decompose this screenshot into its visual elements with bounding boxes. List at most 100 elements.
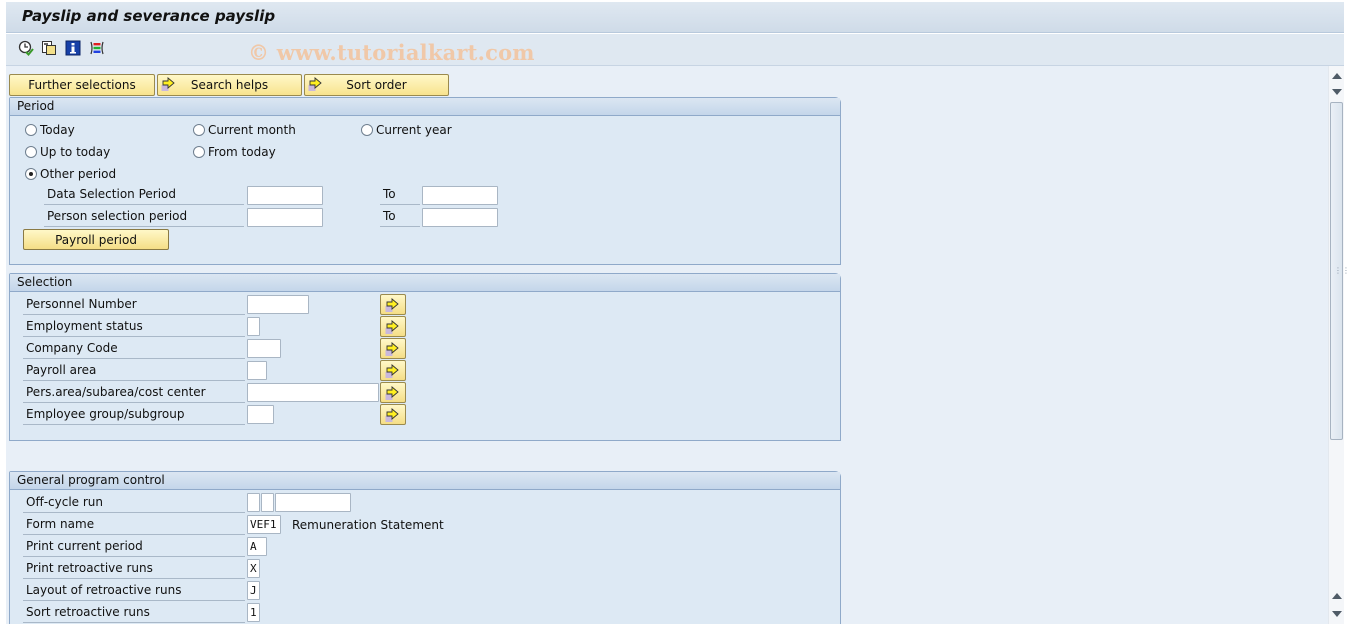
- print-current-period-label: Print current period: [23, 537, 245, 557]
- personnel-number-input[interactable]: [247, 295, 309, 314]
- application-toolbar: [6, 34, 1344, 66]
- scroll-up-button[interactable]: [1329, 68, 1345, 84]
- scroll-down-button[interactable]: [1329, 84, 1345, 100]
- radio-button[interactable]: [193, 146, 205, 158]
- arrow-right-icon: [385, 407, 399, 422]
- print-retro-runs-input[interactable]: X: [247, 559, 260, 578]
- period-group: Period Today Current month Current year …: [9, 97, 841, 265]
- multiple-selection-button[interactable]: [380, 382, 406, 403]
- general-program-control-group: General program control Off-cycle run Fo…: [9, 471, 841, 624]
- arrow-right-icon: [385, 297, 399, 312]
- payroll-period-button[interactable]: Payroll period: [23, 229, 169, 250]
- company-code-label: Company Code: [23, 339, 245, 359]
- payroll-area-input[interactable]: [247, 361, 267, 380]
- watermark: © www.tutorialkart.com: [248, 40, 535, 65]
- data-selection-to-input[interactable]: [422, 186, 498, 205]
- employment-status-input[interactable]: [247, 317, 260, 336]
- multiple-selection-button[interactable]: [380, 404, 406, 425]
- radio-button[interactable]: [25, 124, 37, 136]
- sort-order-label: Sort order: [346, 78, 407, 92]
- offcycle-run-label: Off-cycle run: [23, 493, 245, 513]
- layout-retro-runs-input[interactable]: J: [247, 581, 260, 600]
- scroll-up-button-bottom[interactable]: [1329, 588, 1345, 604]
- radio-today[interactable]: Today: [25, 120, 75, 140]
- period-group-header: Period: [10, 98, 840, 116]
- radio-today-label: Today: [40, 123, 75, 137]
- program-info-icon[interactable]: [64, 39, 82, 57]
- person-selection-to-label: To: [380, 207, 420, 227]
- form-name-input[interactable]: VEF1: [247, 515, 281, 534]
- multiple-selection-button[interactable]: [380, 316, 406, 337]
- data-selection-period-label: Data Selection Period: [44, 185, 244, 205]
- radio-up-to-today[interactable]: Up to today: [25, 142, 110, 162]
- scroll-thumb[interactable]: ⋮⋮: [1330, 102, 1350, 440]
- radio-button[interactable]: [193, 124, 205, 136]
- caret-down-icon: [1332, 89, 1342, 95]
- arrow-right-icon: [385, 363, 399, 378]
- personnel-number-label: Personnel Number: [23, 295, 245, 315]
- search-helps-button[interactable]: Search helps: [157, 74, 302, 96]
- get-variant-icon[interactable]: [40, 39, 58, 57]
- vertical-scrollbar[interactable]: ⋮⋮: [1328, 66, 1350, 624]
- page-title: Payslip and severance payslip: [22, 7, 276, 25]
- radio-button[interactable]: [361, 124, 373, 136]
- caret-up-icon: [1332, 593, 1342, 599]
- offcycle-input-3[interactable]: [275, 493, 351, 512]
- print-current-period-input[interactable]: A: [247, 537, 267, 556]
- pers-area-input[interactable]: [247, 383, 379, 402]
- grip-icon: ⋮⋮: [1334, 266, 1350, 275]
- data-selection-to-label: To: [380, 185, 420, 205]
- multiple-selection-button[interactable]: [380, 294, 406, 315]
- status-bar: [0, 624, 1358, 633]
- selection-group-header: Selection: [10, 274, 840, 292]
- further-selections-button[interactable]: Further selections: [9, 74, 155, 96]
- scroll-down-button-bottom[interactable]: [1329, 606, 1345, 622]
- execute-schedule-icon[interactable]: [17, 39, 35, 57]
- employee-group-input[interactable]: [247, 405, 274, 424]
- company-code-input[interactable]: [247, 339, 281, 358]
- person-selection-period-label: Person selection period: [44, 207, 244, 227]
- general-group-header: General program control: [10, 472, 840, 490]
- pers-area-label: Pers.area/subarea/cost center: [23, 383, 245, 403]
- sort-retro-runs-input[interactable]: 1: [247, 603, 260, 622]
- caret-up-icon: [1332, 73, 1342, 79]
- caret-down-icon: [1332, 611, 1342, 617]
- radio-current-year-label: Current year: [376, 123, 452, 137]
- further-selections-label: Further selections: [28, 78, 136, 92]
- arrow-right-icon: [161, 76, 177, 95]
- offcycle-input-1[interactable]: [247, 493, 260, 512]
- offcycle-input-2[interactable]: [261, 493, 274, 512]
- payroll-period-label: Payroll period: [55, 232, 137, 247]
- employment-status-label: Employment status: [23, 317, 245, 337]
- radio-other-period[interactable]: Other period: [25, 164, 116, 184]
- sort-order-button[interactable]: Sort order: [304, 74, 449, 96]
- radio-button-selected[interactable]: [25, 168, 37, 180]
- radio-from-today-label: From today: [208, 145, 276, 159]
- radio-from-today[interactable]: From today: [193, 142, 276, 162]
- multiple-selection-button[interactable]: [380, 360, 406, 381]
- payroll-area-label: Payroll area: [23, 361, 245, 381]
- form-name-label: Form name: [23, 515, 245, 535]
- radio-current-year[interactable]: Current year: [361, 120, 452, 140]
- form-name-description: Remuneration Statement: [292, 518, 444, 532]
- arrow-right-icon: [308, 76, 324, 95]
- radio-up-to-today-label: Up to today: [40, 145, 111, 159]
- person-selection-to-input[interactable]: [422, 208, 498, 227]
- selection-options-icon[interactable]: [88, 39, 106, 57]
- arrow-right-icon: [385, 385, 399, 400]
- employee-group-label: Employee group/subgroup: [23, 405, 245, 425]
- data-selection-from-input[interactable]: [247, 186, 323, 205]
- sort-retro-runs-label: Sort retroactive runs: [23, 603, 245, 623]
- search-helps-label: Search helps: [190, 78, 269, 92]
- radio-button[interactable]: [25, 146, 37, 158]
- print-retro-runs-label: Print retroactive runs: [23, 559, 245, 579]
- radio-current-month[interactable]: Current month: [193, 120, 296, 140]
- title-bar: Payslip and severance payslip: [6, 2, 1344, 33]
- person-selection-from-input[interactable]: [247, 208, 323, 227]
- radio-other-period-label: Other period: [40, 167, 117, 181]
- arrow-right-icon: [385, 319, 399, 334]
- multiple-selection-button[interactable]: [380, 338, 406, 359]
- arrow-right-icon: [385, 341, 399, 356]
- layout-retro-runs-label: Layout of retroactive runs: [23, 581, 245, 601]
- selection-screen: Further selections Search helps Sort ord…: [6, 66, 1328, 624]
